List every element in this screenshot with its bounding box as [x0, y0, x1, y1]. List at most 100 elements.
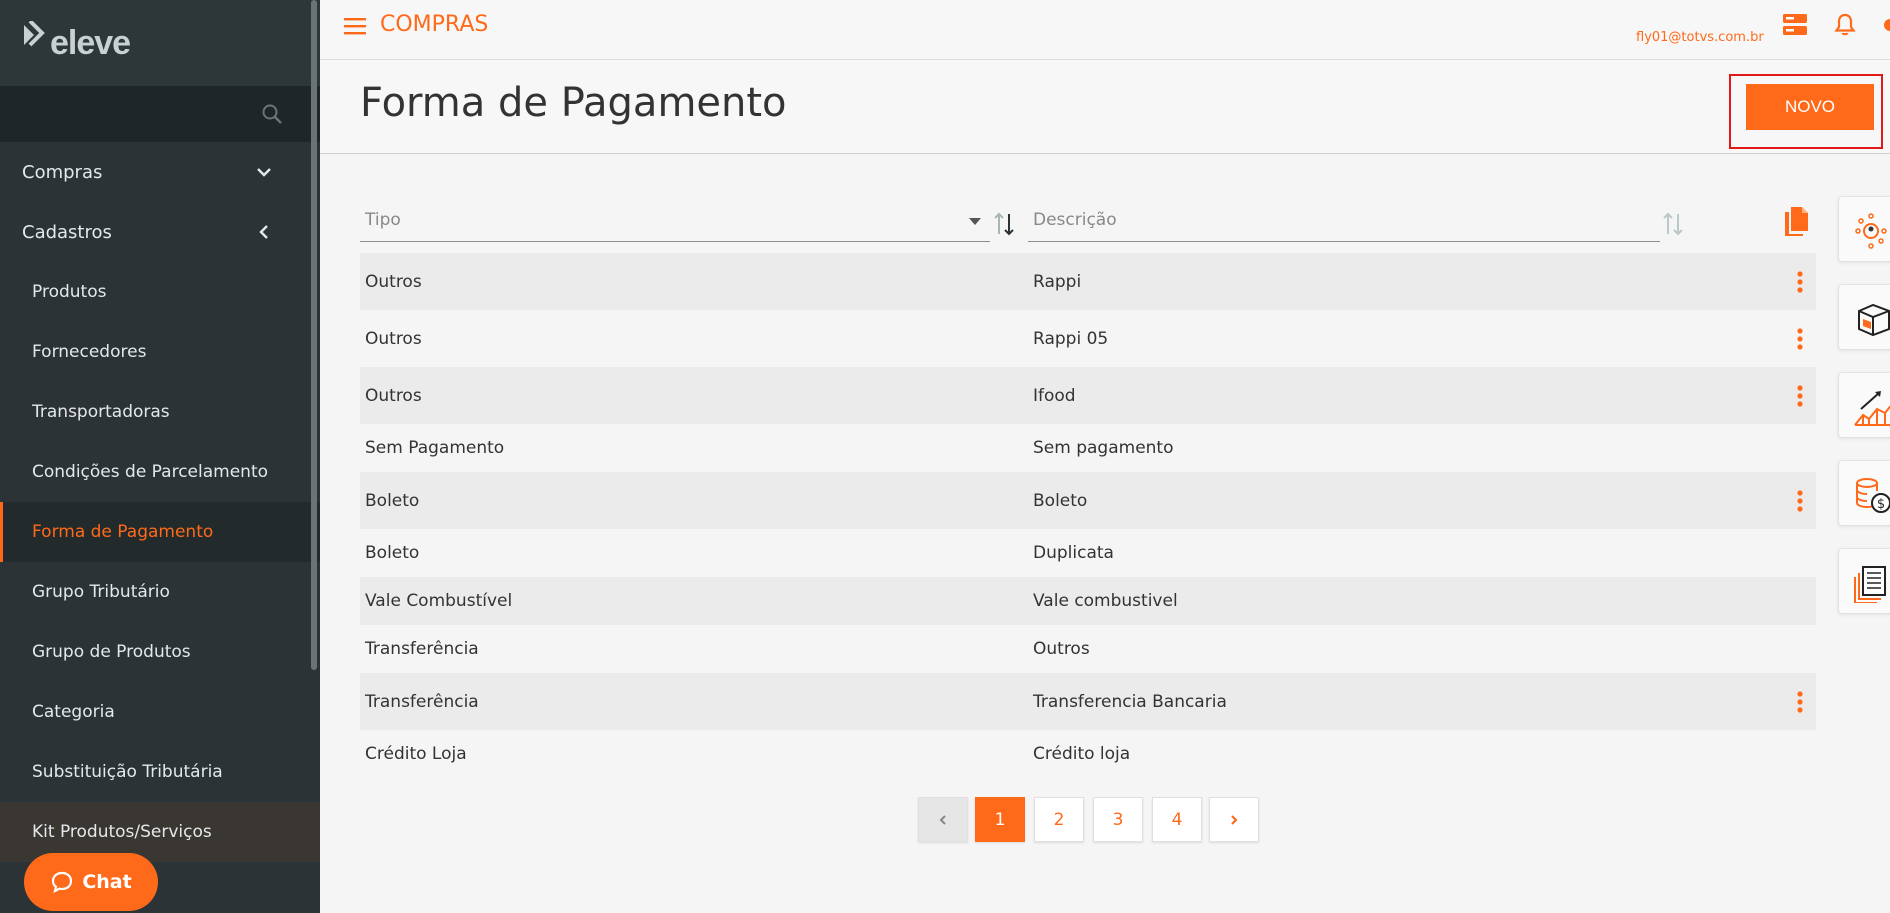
page-button-2[interactable]: 2 [1034, 797, 1084, 842]
table-row[interactable]: Outros Rappi 05 [360, 310, 1816, 367]
prev-page-button[interactable] [918, 797, 968, 842]
cell-descricao: Boleto [1033, 490, 1088, 511]
sidebar-item-label: Kit Produtos/Serviços [32, 822, 212, 842]
cell-descricao: Transferencia Bancaria [1033, 691, 1227, 712]
sidebar-item-label: Fornecedores [32, 342, 147, 362]
page-button-1[interactable]: 1 [975, 797, 1025, 842]
app-title: COMPRAS [380, 12, 489, 37]
table-row[interactable]: Sem Pagamento Sem pagamento [360, 424, 1816, 472]
cell-descricao: Vale combustivel [1033, 591, 1178, 611]
cell-descricao: Rappi 05 [1033, 328, 1109, 349]
page-title: Forma de Pagamento [360, 80, 787, 126]
cell-descricao: Sem pagamento [1033, 438, 1174, 458]
cell-tipo: Transferência [365, 691, 479, 712]
descricao-filter-input[interactable]: Descrição [1028, 200, 1660, 242]
table-row[interactable]: Outros Rappi [360, 253, 1816, 310]
more-options-icon[interactable] [1790, 383, 1810, 409]
topbar: COMPRAS fly01@totvs.com.br [320, 0, 1890, 60]
table-row[interactable]: Transferência Transferencia Bancaria [360, 673, 1816, 730]
table-row[interactable]: Crédito Loja Crédito loja [360, 730, 1816, 778]
rail-sales-chart-button[interactable] [1838, 372, 1890, 438]
sidebar-item-label: Transportadoras [32, 402, 170, 422]
chevron-left-icon [259, 225, 268, 239]
sidebar-search[interactable] [0, 86, 320, 142]
hamburger-menu-icon[interactable] [344, 16, 368, 36]
menu-cadastros[interactable]: Cadastros [0, 202, 320, 262]
sidebar-item-grupo-tributario[interactable]: Grupo Tributário [0, 562, 320, 622]
team-network-icon [1855, 213, 1887, 249]
logo-mark-icon [24, 21, 45, 47]
sidebar-item-label: Grupo de Produtos [32, 642, 191, 662]
descricao-filter-placeholder: Descrição [1033, 210, 1117, 230]
cell-descricao: Crédito loja [1033, 744, 1131, 764]
user-email[interactable]: fly01@totvs.com.br [1636, 30, 1764, 45]
sidebar-item-label: Forma de Pagamento [32, 522, 214, 542]
more-options-icon[interactable] [1790, 326, 1810, 352]
table-row[interactable]: Vale Combustível Vale combustivel [360, 577, 1816, 625]
chat-button[interactable]: Chat [24, 853, 158, 911]
sidebar-item-label: Categoria [32, 702, 115, 722]
sidebar-scrollbar[interactable] [311, 0, 317, 670]
cell-tipo: Vale Combustível [365, 591, 513, 611]
search-icon[interactable] [260, 102, 284, 126]
sidebar-item-label: Produtos [32, 282, 107, 302]
rail-documents-button[interactable] [1838, 548, 1890, 614]
cell-tipo: Outros [365, 328, 422, 349]
chat-label: Chat [82, 871, 132, 893]
menu-label: Compras [22, 161, 103, 183]
sidebar-item-label: Substituição Tributária [32, 762, 223, 782]
box-icon [1858, 303, 1890, 337]
new-button[interactable]: NOVO [1746, 84, 1874, 130]
rail-finance-button[interactable]: $ [1838, 460, 1890, 526]
page-button-4[interactable]: 4 [1152, 797, 1202, 842]
svg-text:$: $ [1877, 497, 1885, 512]
copy-export-icon[interactable] [1782, 205, 1810, 237]
table-row[interactable]: Transferência Outros [360, 625, 1816, 673]
sidebar-item-categoria[interactable]: Categoria [0, 682, 320, 742]
sidebar-item-label: Condições de Parcelamento [32, 462, 269, 482]
sidebar-item-forma-pagamento[interactable]: Forma de Pagamento [0, 502, 320, 562]
documents-icon [1854, 566, 1886, 603]
rail-products-button[interactable] [1838, 284, 1890, 350]
growth-chart-icon [1854, 391, 1890, 426]
more-options-icon[interactable] [1790, 269, 1810, 295]
apps-server-icon[interactable] [1782, 12, 1808, 38]
chevron-right-icon [1231, 814, 1238, 825]
table-row[interactable]: Boleto Boleto [360, 472, 1816, 529]
sidebar-item-transportadoras[interactable]: Transportadoras [0, 382, 320, 442]
sort-descricao-icon[interactable] [1661, 210, 1685, 238]
cell-tipo: Boleto [365, 543, 420, 563]
notification-bell-icon[interactable] [1832, 12, 1858, 38]
sidebar-item-condicoes-parcelamento[interactable]: Condições de Parcelamento [0, 442, 320, 502]
sidebar-item-label: Grupo Tributário [32, 582, 170, 602]
sidebar-item-produtos[interactable]: Produtos [0, 262, 320, 322]
cell-tipo: Outros [365, 271, 422, 292]
cell-tipo: Transferência [365, 639, 479, 659]
page-button-3[interactable]: 3 [1093, 797, 1143, 842]
sidebar-item-substituicao-tributaria[interactable]: Substituição Tributária [0, 742, 320, 802]
cell-tipo: Sem Pagamento [365, 438, 505, 458]
cell-descricao: Ifood [1033, 385, 1076, 406]
next-page-button[interactable] [1209, 797, 1259, 842]
sort-tipo-icon[interactable] [992, 210, 1016, 238]
more-options-icon[interactable] [1790, 689, 1810, 715]
cell-tipo: Crédito Loja [365, 744, 467, 764]
logo[interactable]: eleve [0, 0, 320, 86]
chevron-down-icon [257, 168, 271, 177]
table-row[interactable]: Outros Ifood [360, 367, 1816, 424]
more-options-icon[interactable] [1790, 488, 1810, 514]
cell-descricao: Outros [1033, 639, 1090, 659]
table-row[interactable]: Boleto Duplicata [360, 529, 1816, 577]
tipo-filter-select[interactable]: Tipo [360, 200, 990, 242]
rail-team-button[interactable] [1838, 196, 1890, 262]
tipo-filter-placeholder: Tipo [365, 210, 401, 230]
cell-tipo: Boleto [365, 490, 420, 511]
cell-descricao: Rappi [1033, 271, 1082, 292]
coins-money-icon: $ [1856, 478, 1890, 513]
sidebar: eleve Compras Cadastros Produtos Fornece… [0, 0, 320, 913]
menu-compras[interactable]: Compras [0, 142, 320, 202]
dropdown-arrow-icon [969, 218, 981, 225]
sidebar-item-fornecedores[interactable]: Fornecedores [0, 322, 320, 382]
settings-gear-icon[interactable] [1882, 12, 1890, 38]
sidebar-item-grupo-produtos[interactable]: Grupo de Produtos [0, 622, 320, 682]
